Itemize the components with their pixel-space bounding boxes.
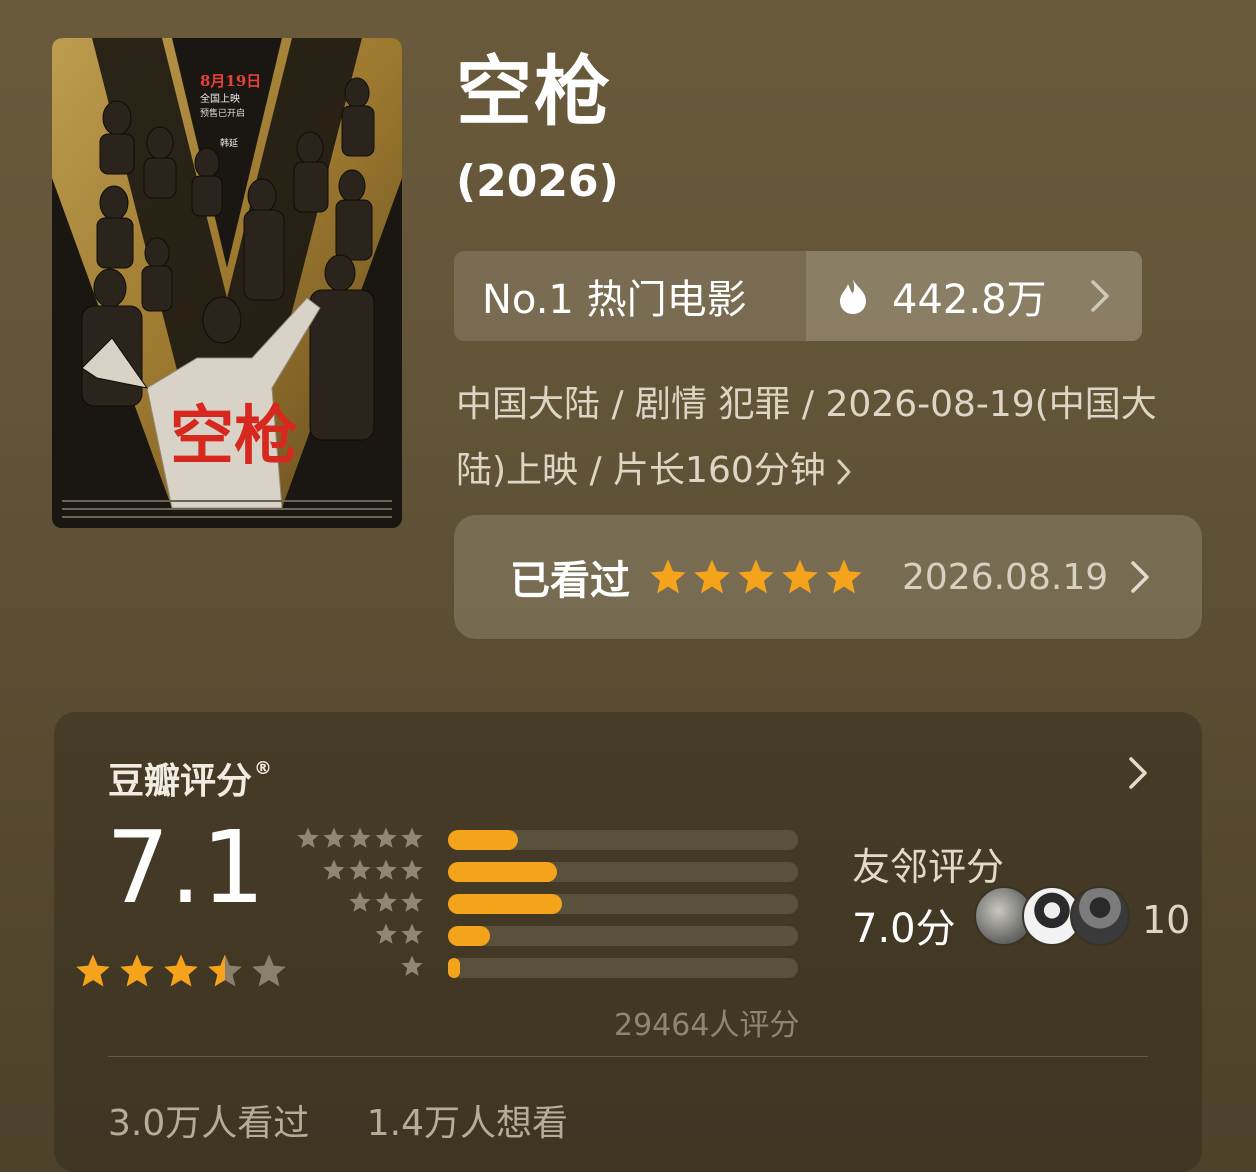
chevron-right-icon [1091, 280, 1109, 312]
distribution-bar-track [448, 862, 798, 882]
friend-avatars[interactable] [974, 886, 1130, 946]
star-icon [349, 891, 371, 912]
star-icon [375, 859, 397, 880]
star-icon [401, 891, 423, 912]
star-icon [164, 954, 198, 987]
rating-count: 29464人评分 [614, 1008, 800, 1043]
star-icon [738, 559, 774, 594]
want-count[interactable]: 1.4万人想看 [367, 1103, 568, 1144]
divider [108, 1056, 1148, 1057]
star-icon [826, 559, 862, 594]
movie-poster[interactable]: 8月19日 全国上映 预售已开启 韩延 空枪 [52, 38, 402, 528]
movie-title: 空枪 [456, 47, 612, 136]
star-icon [375, 827, 397, 848]
distribution-bar-track [448, 958, 798, 978]
meta-line2-wrap: 陆)上映 / 片长160分钟 [456, 438, 1216, 504]
poster-release-line2: 全国上映 [200, 92, 240, 105]
watched-label: 已看过 [510, 558, 630, 604]
engagement-stats: 3.0万人看过 1.4万人想看 [108, 1094, 614, 1146]
distribution-row [297, 827, 804, 850]
avatar [1070, 886, 1130, 946]
distribution-stars [322, 858, 424, 882]
distribution-bar-track [448, 926, 798, 946]
poster-art: 8月19日 全国上映 预售已开启 韩延 空枪 [52, 38, 402, 528]
meta-line1: 中国大陆 / 剧情 犯罪 / 2026-08-19(中国大 [456, 384, 1157, 425]
rating-title-text: 豆瓣评分 [108, 761, 253, 802]
star-icon [349, 859, 371, 880]
distribution-stars [296, 826, 424, 850]
user-rating-stars [648, 557, 864, 597]
star-icon [120, 954, 154, 987]
flame-icon [840, 279, 866, 314]
registered-mark: ® [254, 758, 273, 779]
star-icon [782, 559, 818, 594]
distribution-bar-track [448, 830, 798, 850]
star-icon [297, 827, 319, 848]
star-icon [349, 827, 371, 848]
distribution-bar [448, 894, 562, 914]
rating-score: 7.1 [106, 809, 266, 926]
distribution-row [304, 891, 804, 914]
rating-title: 豆瓣评分 ® [108, 752, 272, 804]
heat-section[interactable]: 442.8万 [806, 251, 1142, 341]
star-icon [401, 859, 423, 880]
distribution-bar [448, 830, 518, 850]
distribution-bar-track [448, 894, 798, 914]
star-icon [323, 827, 345, 848]
poster-name-tag: 韩延 [220, 137, 238, 149]
watched-status-button[interactable]: 已看过 2026.08.19 [454, 515, 1202, 639]
ranking-banner[interactable]: No.1 热门电影 442.8万 [454, 251, 1142, 341]
friends-rating-score: 7.0分 [852, 906, 956, 952]
star-icon [401, 955, 423, 976]
distribution-bar [448, 926, 490, 946]
star-icon [252, 954, 286, 987]
distribution-bar [448, 862, 557, 882]
movie-year: (2026) [456, 156, 619, 207]
chevron-right-icon [837, 459, 851, 485]
star-icon [401, 827, 423, 848]
star-icon [694, 559, 730, 594]
poster-release-line3: 预售已开启 [200, 107, 245, 119]
poster-title-art: 空枪 [170, 399, 298, 474]
star-icon [208, 954, 242, 987]
distribution-stars [374, 922, 424, 946]
chevron-right-icon [1131, 561, 1149, 593]
watched-date: 2026.08.19 [902, 556, 1109, 598]
star-icon [76, 954, 110, 987]
distribution-stars [400, 954, 424, 978]
meta-line2: 陆)上映 / 片长160分钟 [456, 450, 826, 491]
heat-value: 442.8万 [892, 277, 1047, 323]
rank-label: No.1 热门电影 [482, 277, 747, 323]
friends-rating-label: 友邻评分 [852, 845, 1005, 889]
star-icon [375, 923, 397, 944]
poster-release-date: 8月19日 [200, 72, 261, 90]
star-icon [401, 923, 423, 944]
distribution-row [304, 859, 804, 882]
movie-meta[interactable]: 中国大陆 / 剧情 犯罪 / 2026-08-19(中国大 陆)上映 / 片长1… [456, 372, 1216, 504]
douban-rating-card[interactable]: 豆瓣评分 ® 7.1 29464人评分 友邻评分 7.0分 10 3.0万人看过 … [54, 712, 1202, 1172]
distribution-bar [448, 958, 461, 978]
rating-stars [74, 952, 288, 990]
star-icon [323, 859, 345, 880]
distribution-row [304, 923, 804, 946]
star-icon [650, 559, 686, 594]
friends-count: 10 [1142, 898, 1191, 942]
star-icon [375, 891, 397, 912]
chevron-right-icon[interactable] [1128, 756, 1148, 790]
watched-count[interactable]: 3.0万人看过 [108, 1103, 309, 1144]
distribution-row [304, 955, 804, 978]
distribution-stars [348, 890, 424, 914]
